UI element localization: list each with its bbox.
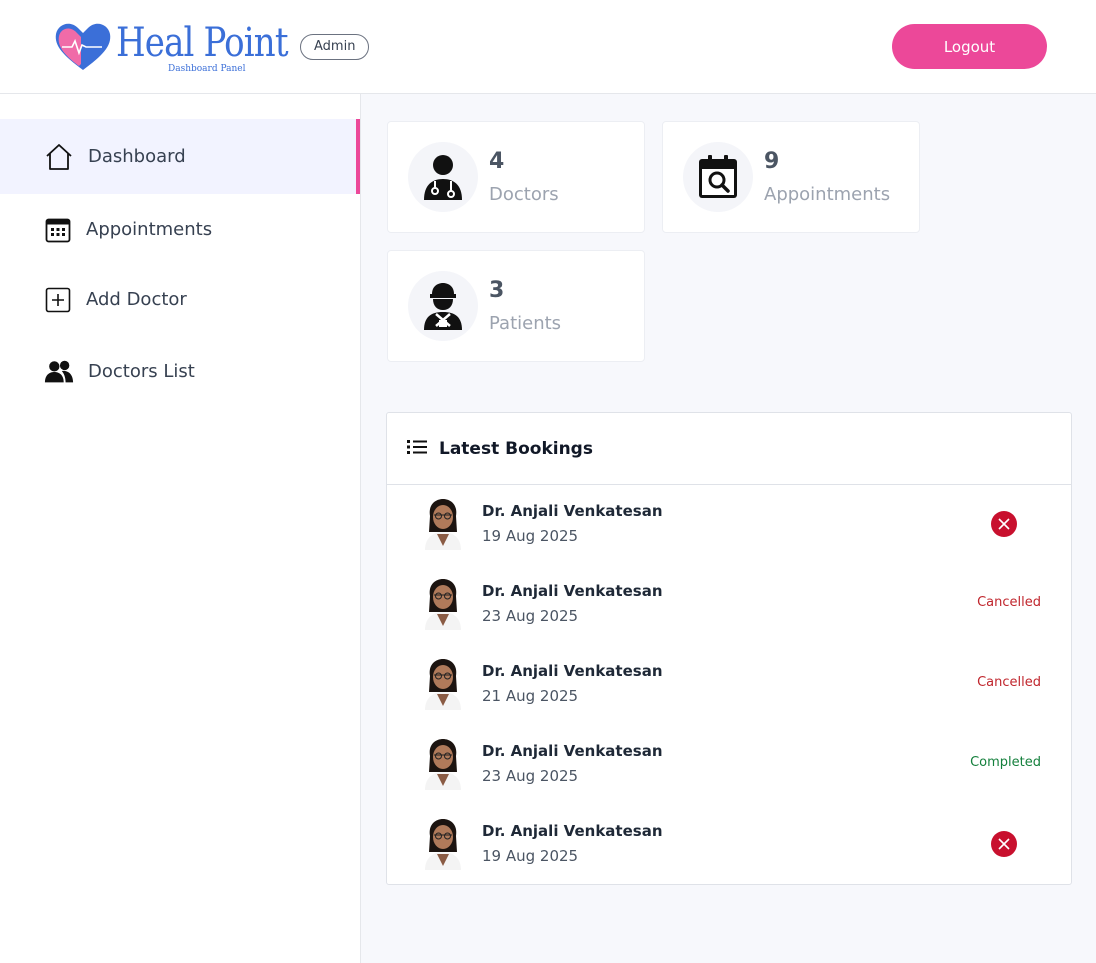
- home-icon: [44, 142, 74, 172]
- users-icon: [44, 357, 74, 387]
- top-header: Heal Point Dashboard Panel Admin Logout: [0, 0, 1096, 94]
- booking-row: Dr. Anjali Venkatesan 21 Aug 2025 Cancel…: [387, 644, 1071, 724]
- stat-card-patients[interactable]: 3 Patients: [387, 250, 645, 362]
- sidebar-item-add-doctor[interactable]: Add Doctor: [0, 262, 360, 337]
- status-cancelled: Cancelled: [977, 595, 1041, 610]
- sidebar-item-appointments[interactable]: Appointments: [0, 192, 360, 267]
- stat-label: Appointments: [764, 184, 891, 205]
- latest-bookings-header: Latest Bookings: [387, 413, 1071, 485]
- latest-bookings-panel: Latest Bookings Dr. Anjali Venkatesan 19…: [386, 412, 1072, 885]
- heart-logo-icon: [55, 23, 111, 71]
- booking-date: 23 Aug 2025: [482, 767, 579, 785]
- plus-square-icon: [45, 285, 71, 315]
- logout-button[interactable]: Logout: [892, 24, 1047, 69]
- booking-row: Dr. Anjali Venkatesan 23 Aug 2025 Comple…: [387, 724, 1071, 804]
- booking-date: 23 Aug 2025: [482, 607, 579, 625]
- stat-count: 4: [489, 149, 505, 174]
- stat-label: Patients: [489, 313, 562, 334]
- app-logo[interactable]: Heal Point Dashboard Panel: [54, 18, 294, 76]
- booking-date: 21 Aug 2025: [482, 687, 579, 705]
- booking-date: 19 Aug 2025: [482, 847, 579, 865]
- close-icon: [998, 838, 1010, 850]
- doctor-avatar: [425, 739, 461, 790]
- doctor-avatar: [425, 659, 461, 710]
- main-content: 4 Doctors 9 Appointments 3 Patients Late…: [361, 94, 1096, 963]
- sidebar-item-label: Doctors List: [88, 361, 195, 382]
- sidebar-item-doctors-list[interactable]: Doctors List: [0, 334, 360, 409]
- booking-row: Dr. Anjali Venkatesan 19 Aug 2025: [387, 804, 1071, 884]
- booking-row: Dr. Anjali Venkatesan 23 Aug 2025 Cancel…: [387, 564, 1071, 644]
- stat-card-doctors[interactable]: 4 Doctors: [387, 121, 645, 233]
- calendar-icon: [45, 215, 71, 245]
- doctor-icon: [408, 142, 478, 212]
- sidebar-item-label: Dashboard: [88, 146, 186, 167]
- doctor-name: Dr. Anjali Venkatesan: [482, 502, 663, 520]
- doctor-name: Dr. Anjali Venkatesan: [482, 582, 663, 600]
- doctor-avatar: [425, 579, 461, 630]
- booking-date: 19 Aug 2025: [482, 527, 579, 545]
- close-icon: [998, 518, 1010, 530]
- stat-count: 9: [764, 149, 780, 174]
- booking-row: Dr. Anjali Venkatesan 19 Aug 2025: [387, 484, 1071, 564]
- doctor-avatar: [425, 499, 461, 550]
- status-completed: Completed: [970, 755, 1041, 770]
- sidebar-item-label: Add Doctor: [86, 289, 187, 310]
- sidebar: Dashboard Appointments Add Doctor Doctor…: [0, 94, 361, 963]
- doctor-name: Dr. Anjali Venkatesan: [482, 822, 663, 840]
- sidebar-item-label: Appointments: [86, 219, 213, 240]
- cancel-booking-button[interactable]: [991, 831, 1017, 857]
- calendar-search-icon: [683, 142, 753, 212]
- latest-bookings-title: Latest Bookings: [439, 438, 593, 459]
- list-icon: [407, 439, 427, 459]
- doctor-name: Dr. Anjali Venkatesan: [482, 662, 663, 680]
- logo-text: Heal Point: [116, 20, 288, 66]
- stat-card-appointments[interactable]: 9 Appointments: [662, 121, 920, 233]
- role-badge: Admin: [300, 34, 370, 60]
- cancel-booking-button[interactable]: [991, 511, 1017, 537]
- sidebar-item-dashboard[interactable]: Dashboard: [0, 119, 360, 194]
- patient-icon: [408, 271, 478, 341]
- doctor-avatar: [425, 819, 461, 870]
- status-cancelled: Cancelled: [977, 675, 1041, 690]
- stat-label: Doctors: [489, 184, 559, 205]
- logo-subtitle: Dashboard Panel: [168, 64, 246, 74]
- stat-count: 3: [489, 278, 505, 303]
- doctor-name: Dr. Anjali Venkatesan: [482, 742, 663, 760]
